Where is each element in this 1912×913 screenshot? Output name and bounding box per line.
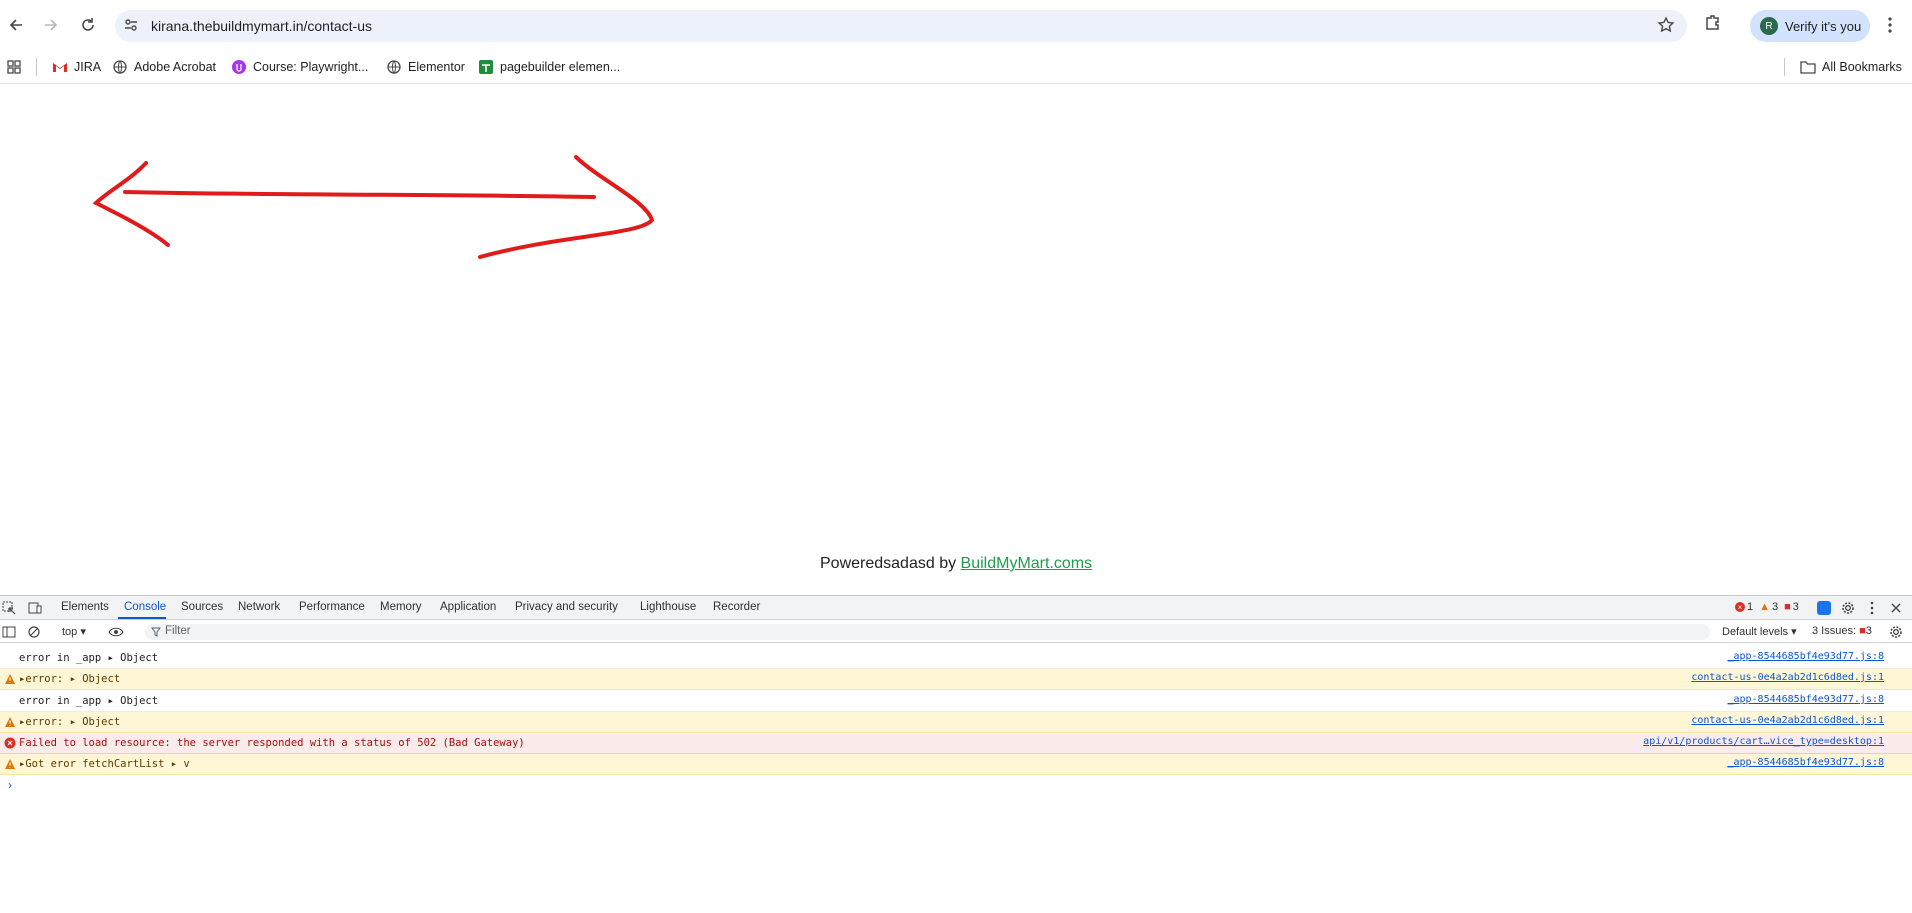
settings-gear-icon[interactable] bbox=[1840, 600, 1856, 616]
tab-privacy-security[interactable]: Privacy and security bbox=[515, 601, 618, 613]
close-devtools-icon[interactable] bbox=[1888, 600, 1904, 616]
warning-icon bbox=[4, 758, 16, 770]
address-bar[interactable]: kirana.thebuildmymart.in/contact-us bbox=[115, 10, 1687, 42]
bookmark-star-icon[interactable] bbox=[1657, 16, 1675, 39]
warning-icon: ▲ bbox=[1759, 601, 1771, 613]
globe-icon bbox=[112, 59, 128, 75]
console-log-row[interactable]: ▸Got eror fetchCartList ▸ v _app-8544685b… bbox=[0, 754, 1912, 775]
page-content: Poweredsadasd by BuildMyMart.coms bbox=[0, 85, 1912, 595]
tab-console[interactable]: Console bbox=[124, 601, 166, 613]
bookmarks-bar: JIRA Adobe Acrobat Course: Playwright...… bbox=[0, 50, 1912, 84]
console-settings-gear-icon[interactable] bbox=[1888, 624, 1904, 640]
site-info-icon[interactable] bbox=[123, 17, 139, 38]
live-expression-eye-icon[interactable] bbox=[108, 624, 124, 640]
footer-prefix: Poweredsadasd by bbox=[820, 555, 961, 572]
red-double-arrow-drawing bbox=[92, 155, 655, 259]
apps-icon[interactable] bbox=[6, 57, 22, 77]
console-log-row[interactable]: error in _app ▸ Object _app-8544685bf4e93… bbox=[0, 691, 1912, 712]
info-icon: ■ bbox=[1784, 601, 1791, 613]
ai-assistant-icon[interactable] bbox=[1816, 600, 1832, 616]
console-filter-input[interactable]: Filter bbox=[145, 624, 1710, 640]
device-toolbar-icon[interactable] bbox=[27, 600, 43, 616]
console-counts[interactable]: × 1 ▲ 3 ■ 3 bbox=[1735, 601, 1799, 613]
console-log-row[interactable]: ▸error: ▸ Object contact-us-0e4a2ab2d1c6d… bbox=[0, 669, 1912, 690]
info-count: 3 bbox=[1792, 601, 1799, 613]
context-selector[interactable]: top ▾ bbox=[62, 625, 86, 638]
console-log-row[interactable]: ▸error: ▸ Object contact-us-0e4a2ab2d1c6d… bbox=[0, 712, 1912, 733]
console-log-source-link[interactable]: _app-8544685bf4e93d77.js:8 bbox=[1727, 757, 1884, 768]
verify-label: Verify it's you bbox=[1785, 18, 1862, 34]
tab-sources[interactable]: Sources bbox=[181, 601, 223, 613]
forward-icon[interactable] bbox=[39, 13, 63, 37]
warning-icon bbox=[4, 716, 16, 728]
console-log-row[interactable]: Failed to load resource: the server resp… bbox=[0, 733, 1912, 754]
console-log-source-link[interactable]: _app-8544685bf4e93d77.js:8 bbox=[1727, 651, 1884, 662]
console-log-source-link[interactable]: contact-us-0e4a2ab2d1c6d8ed.js:1 bbox=[1691, 672, 1884, 683]
console-log-source-link[interactable]: contact-us-0e4a2ab2d1c6d8ed.js:1 bbox=[1691, 715, 1884, 726]
console-prompt[interactable]: › bbox=[8, 778, 12, 792]
console-toolbar: top ▾ Filter Default levels ▾ 3 Issues: … bbox=[0, 621, 1912, 643]
console-log-source-link[interactable]: api/v1/products/cart…vice_type=desktop:1 bbox=[1643, 736, 1884, 747]
console-log-message: error in _app ▸ Object bbox=[19, 652, 159, 664]
console-log-message: ▸Got eror fetchCartList ▸ v bbox=[19, 758, 190, 770]
error-count: 1 bbox=[1747, 601, 1754, 613]
console-log-message: ▸error: ▸ Object bbox=[19, 716, 121, 728]
tab-memory[interactable]: Memory bbox=[380, 601, 422, 613]
profile-verify-button[interactable]: R Verify it's you bbox=[1750, 10, 1870, 42]
extensions-icon[interactable] bbox=[1703, 13, 1723, 38]
bookmark-jira[interactable]: JIRA bbox=[52, 57, 101, 77]
tab-recorder[interactable]: Recorder bbox=[713, 601, 760, 613]
devtools-panel: Elements Console Sources Network Perform… bbox=[0, 595, 1912, 913]
bookmark-elementor[interactable]: Elementor bbox=[386, 57, 465, 77]
console-log-source-link[interactable]: _app-8544685bf4e93d77.js:8 bbox=[1727, 694, 1884, 705]
bookmark-adobe-acrobat[interactable]: Adobe Acrobat bbox=[112, 57, 216, 77]
buildmymart-link[interactable]: BuildMyMart.coms bbox=[961, 555, 1093, 572]
active-tab-indicator bbox=[118, 617, 166, 619]
more-options-icon[interactable] bbox=[1864, 600, 1880, 616]
url-text[interactable]: kirana.thebuildmymart.in/contact-us bbox=[151, 18, 372, 34]
tab-performance[interactable]: Performance bbox=[299, 601, 365, 613]
bookmarks-divider bbox=[1784, 58, 1785, 76]
bookmark-pagebuilder[interactable]: pagebuilder elemen... bbox=[478, 57, 620, 77]
bookmarks-divider bbox=[36, 58, 37, 76]
warning-icon bbox=[4, 673, 16, 685]
sheets-icon bbox=[478, 59, 494, 75]
console-log-message: error in _app ▸ Object bbox=[19, 695, 159, 707]
issues-counter[interactable]: 3 Issues: ■3 bbox=[1812, 625, 1872, 637]
tab-application[interactable]: Application bbox=[440, 601, 496, 613]
tab-elements[interactable]: Elements bbox=[61, 601, 109, 613]
log-levels-dropdown[interactable]: Default levels ▾ bbox=[1722, 625, 1797, 638]
reload-icon[interactable] bbox=[76, 13, 100, 37]
tab-network[interactable]: Network bbox=[238, 601, 280, 613]
folder-icon bbox=[1800, 59, 1816, 75]
bookmark-course-playwright[interactable]: Course: Playwright... bbox=[231, 57, 368, 77]
console-log-message: Failed to load resource: the server resp… bbox=[19, 737, 525, 749]
tab-lighthouse[interactable]: Lighthouse bbox=[640, 601, 696, 613]
clear-console-icon[interactable] bbox=[26, 624, 42, 640]
console-log-row[interactable]: error in _app ▸ Object _app-8544685bf4e93… bbox=[0, 648, 1912, 669]
sidebar-toggle-icon[interactable] bbox=[1, 624, 17, 640]
gmail-icon bbox=[52, 59, 68, 75]
footer-powered-by: Poweredsadasd by BuildMyMart.coms bbox=[820, 555, 1092, 573]
devtools-tabbar: Elements Console Sources Network Perform… bbox=[0, 596, 1912, 620]
course-icon bbox=[231, 59, 247, 75]
error-icon: × bbox=[1735, 602, 1745, 612]
error-icon bbox=[4, 737, 16, 749]
globe-icon bbox=[386, 59, 402, 75]
console-log-message: ▸error: ▸ Object bbox=[19, 673, 121, 685]
filter-funnel-icon bbox=[151, 626, 161, 640]
avatar: R bbox=[1760, 17, 1778, 35]
back-icon[interactable] bbox=[4, 13, 28, 37]
chrome-menu-icon[interactable] bbox=[1882, 13, 1898, 42]
all-bookmarks[interactable]: All Bookmarks bbox=[1800, 57, 1902, 77]
warning-count: 3 bbox=[1772, 601, 1779, 613]
inspect-element-icon[interactable] bbox=[1, 600, 17, 616]
browser-toolbar: kirana.thebuildmymart.in/contact-us R Ve… bbox=[0, 0, 1912, 50]
